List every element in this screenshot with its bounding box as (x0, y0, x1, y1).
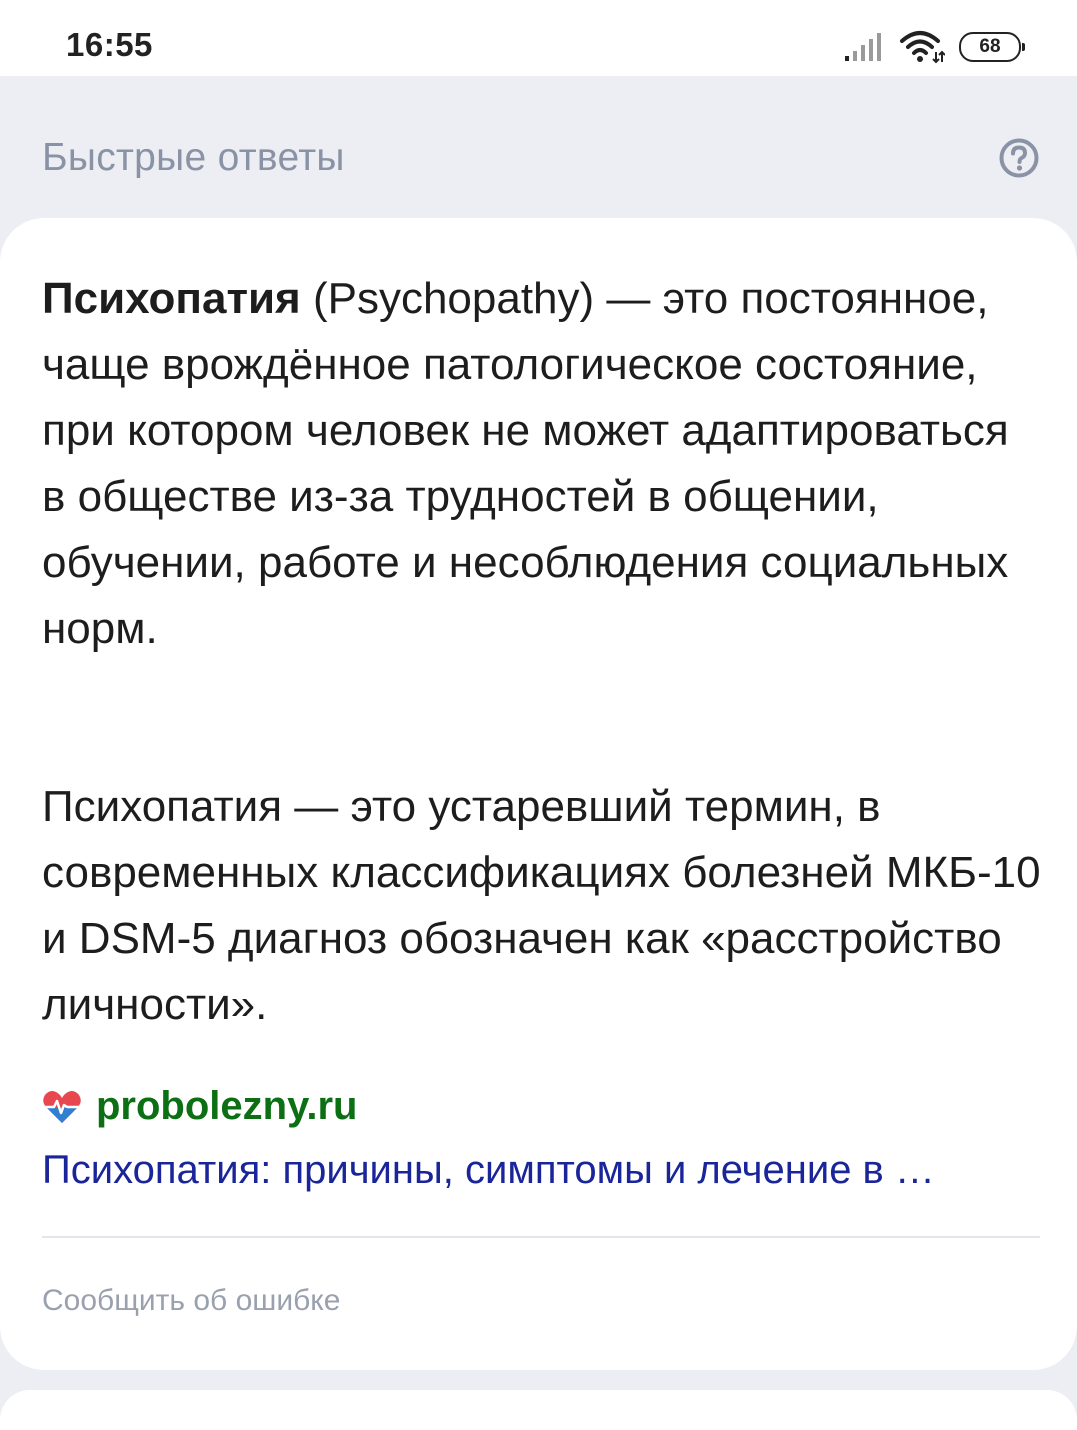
source[interactable]: probolezny.ru (42, 1084, 357, 1129)
quick-answers-header: Быстрые ответы (0, 76, 1077, 218)
battery-icon: 68 (959, 32, 1025, 62)
signal-icon (845, 33, 881, 61)
wifi-icon (900, 31, 945, 64)
answer-paragraph-2: Психопатия — это устаревший термин, в со… (42, 782, 1041, 1029)
source-site[interactable]: probolezny.ru (96, 1084, 357, 1129)
source-link[interactable]: Психопатия: причины, симптомы и лечение … (42, 1148, 1042, 1193)
answer-term: Психопатия (42, 274, 301, 323)
heart-pulse-icon (43, 1090, 81, 1123)
status-icons: 68 (843, 30, 1025, 64)
battery-level: 68 (979, 36, 1001, 57)
question-circle-icon[interactable] (999, 138, 1039, 178)
answer-definition: (Psychopathy) — это постоянное, чаще вро… (42, 274, 1009, 653)
next-card (0, 1390, 1077, 1430)
answer-paragraph-1: Психопатия (Psychopathy) — это постоянно… (42, 266, 1042, 662)
report-error-link[interactable]: Сообщить об ошибке (42, 1284, 340, 1318)
status-bar: 16:55 68 (0, 0, 1077, 76)
page-title: Быстрые ответы (42, 136, 345, 179)
divider (42, 1236, 1040, 1238)
answer-card: Психопатия (Psychopathy) — это постоянно… (0, 218, 1077, 1370)
status-time: 16:55 (66, 26, 153, 63)
